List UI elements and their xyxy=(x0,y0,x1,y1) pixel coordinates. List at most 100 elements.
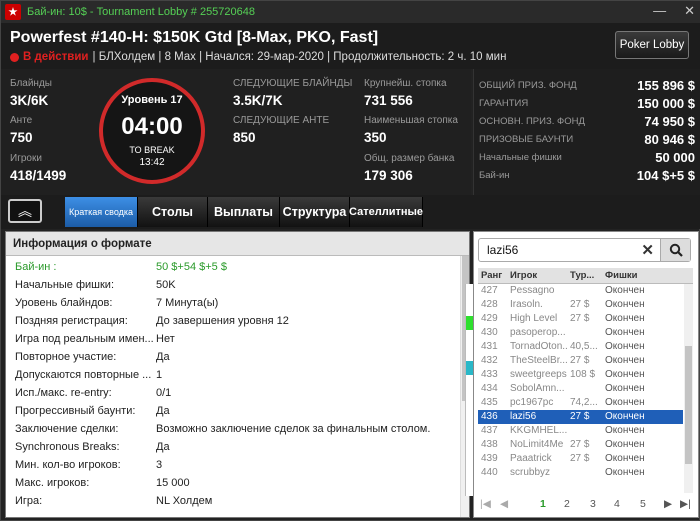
last-page-icon[interactable]: ▶| xyxy=(680,498,691,510)
info-row: Мин. кол-во игроков: 3 xyxy=(6,457,461,475)
player-chips: Окончен xyxy=(605,397,645,408)
info-key: Заключение сделки: xyxy=(15,423,119,435)
player-rank: 437 xyxy=(481,425,498,436)
player-name: SobolAmn... xyxy=(510,383,565,394)
info-key: Допускаются повторные ... xyxy=(15,369,152,381)
player-rank: 431 xyxy=(481,341,498,352)
info-value: Возможно заключение сделок за финальным … xyxy=(156,423,431,435)
prize-row: ОСНОВН. ПРИЗ. ФОНД 74 950 $ xyxy=(479,113,695,129)
ante-value: 750 xyxy=(10,130,33,145)
player-row[interactable]: 435 pc1967pc 74,2... Окончен xyxy=(478,396,683,410)
player-search-box[interactable]: lazi56 ✕ xyxy=(478,238,691,262)
info-key: Повторное участие: xyxy=(15,351,117,363)
player-name: lazi56 xyxy=(510,411,537,422)
player-row[interactable]: 440 scrubbyz Окончен xyxy=(478,466,683,480)
player-search-input[interactable]: lazi56 xyxy=(487,243,518,257)
player-name: pc1967pc xyxy=(510,397,554,408)
player-row[interactable]: 432 TheSteelBr... 27 $ Окончен xyxy=(478,354,683,368)
player-row[interactable]: 430 pasoperop... Окончен xyxy=(478,326,683,340)
player-row-selected[interactable]: 436 lazi56 27 $ Окончен xyxy=(478,410,683,424)
player-name: TornadOton... xyxy=(510,341,568,352)
next-blinds-value: 3.5K/7K xyxy=(233,93,283,108)
player-tour: 27 $ xyxy=(570,439,590,450)
next-ante-value: 850 xyxy=(233,130,256,145)
tournament-info: В действии | БЛХолдем | 8 Max | Начался:… xyxy=(10,51,506,63)
prize-label: Начальные фишки xyxy=(479,151,562,163)
clear-search-icon[interactable]: ✕ xyxy=(641,241,654,259)
level-timer: 04:00 xyxy=(121,113,183,140)
players-value: 418/1499 xyxy=(10,168,67,183)
player-row[interactable]: 438 NoLimit4Me 27 $ Окончен xyxy=(478,438,683,452)
players-scrollbar-thumb[interactable] xyxy=(685,346,692,464)
page-4[interactable]: 4 xyxy=(614,498,620,510)
player-row[interactable]: 429 High Level 27 $ Окончен xyxy=(478,312,683,326)
info-key: Поздняя регистрация: xyxy=(15,315,128,327)
collapse-button[interactable]: ︽ xyxy=(8,199,42,223)
player-chips: Окончен xyxy=(605,341,645,352)
page-1[interactable]: 1 xyxy=(540,498,546,510)
search-icon xyxy=(669,243,683,257)
tournament-name: Powerfest #140-H: $150K Gtd [8-Max, PKO,… xyxy=(10,29,379,46)
player-chips: Окончен xyxy=(605,383,645,394)
players-scrollbar[interactable] xyxy=(684,284,693,493)
biggest-stack-value: 731 556 xyxy=(364,93,413,108)
info-key: Исп./макс. re-entry: xyxy=(15,387,112,399)
to-break-label: TO BREAK xyxy=(129,145,175,155)
close-button[interactable]: ✕ xyxy=(684,3,695,19)
status-text: В действии xyxy=(23,51,89,63)
player-rank: 435 xyxy=(481,397,498,408)
player-row[interactable]: 428 Irasoln. 27 $ Окончен xyxy=(478,298,683,312)
info-row: Игра под реальным имен... Нет xyxy=(6,331,461,349)
player-row[interactable]: 434 SobolAmn... Окончен xyxy=(478,382,683,396)
tab-satellites[interactable]: Сателлитные xyxy=(349,197,423,227)
player-chips: Окончен xyxy=(605,425,645,436)
info-key: Игра под реальным имен... xyxy=(15,333,153,345)
prize-row: ОБЩИЙ ПРИЗ. ФОНД 155 896 $ xyxy=(479,77,695,93)
info-value: Нет xyxy=(156,333,175,345)
info-key: Уровень блайндов: xyxy=(15,297,113,309)
tab-summary[interactable]: Краткая сводка xyxy=(65,197,138,227)
info-row: Макс. игроков: 15 000 xyxy=(6,475,461,493)
player-row[interactable]: 433 sweetgreeps 108 $ Окончен xyxy=(478,368,683,382)
info-row: Уровень блайндов: 7 Минута(ы) xyxy=(6,295,461,313)
player-tour: 27 $ xyxy=(570,355,590,366)
player-rank: 432 xyxy=(481,355,498,366)
player-chips: Окончен xyxy=(605,369,645,380)
tab-payouts[interactable]: Выплаты xyxy=(208,197,280,227)
prize-value: 104 $+5 $ xyxy=(636,167,695,183)
page-2[interactable]: 2 xyxy=(564,498,570,510)
first-page-icon[interactable]: |◀ xyxy=(480,498,491,510)
prize-panel: ОБЩИЙ ПРИЗ. ФОНД 155 896 $ ГАРАНТИЯ 150 00… xyxy=(473,69,700,195)
player-row[interactable]: 439 Paaatrick 27 $ Окончен xyxy=(478,452,683,466)
prize-label: ОБЩИЙ ПРИЗ. ФОНД xyxy=(479,79,577,91)
prev-page-icon[interactable]: ◀ xyxy=(500,498,508,510)
info-value: 50 $+54 $+5 $ xyxy=(156,261,227,273)
col-player[interactable]: Игрок xyxy=(510,270,537,281)
col-chips[interactable]: Фишки xyxy=(605,270,637,281)
info-row: Игра: NL Холдем xyxy=(6,493,461,511)
col-rank[interactable]: Ранг xyxy=(481,270,502,281)
info-value: 3 xyxy=(156,459,163,471)
col-tour[interactable]: Тур... xyxy=(570,270,594,281)
page-3[interactable]: 3 xyxy=(590,498,596,510)
info-value: 15 000 xyxy=(156,477,190,489)
tab-tables[interactable]: Столы xyxy=(138,197,208,227)
minimize-button[interactable]: — xyxy=(653,3,666,19)
player-name: NoLimit4Me xyxy=(510,439,564,450)
tab-structure[interactable]: Структура xyxy=(280,197,350,227)
poker-lobby-button[interactable]: Poker Lobby xyxy=(615,31,689,59)
prize-label: Бай-ин xyxy=(479,169,510,181)
info-key: Synchronous Breaks: xyxy=(15,441,120,453)
prize-label: ПРИЗОВЫЕ БАУНТИ xyxy=(479,133,574,145)
next-page-icon[interactable]: ▶ xyxy=(664,498,672,510)
info-value: 1 xyxy=(156,369,163,381)
player-row[interactable]: 431 TornadOton... 40,5... Окончен xyxy=(478,340,683,354)
player-row[interactable]: 427 Pessagno Окончен xyxy=(478,284,683,298)
player-chips: Окончен xyxy=(605,313,645,324)
player-row[interactable]: 437 KKGMHEL... Окончен xyxy=(478,424,683,438)
search-button[interactable] xyxy=(660,239,690,261)
tab-bar-filler xyxy=(471,195,700,229)
player-chips: Окончен xyxy=(605,355,645,366)
page-5[interactable]: 5 xyxy=(640,498,646,510)
player-rank: 436 xyxy=(481,411,498,422)
